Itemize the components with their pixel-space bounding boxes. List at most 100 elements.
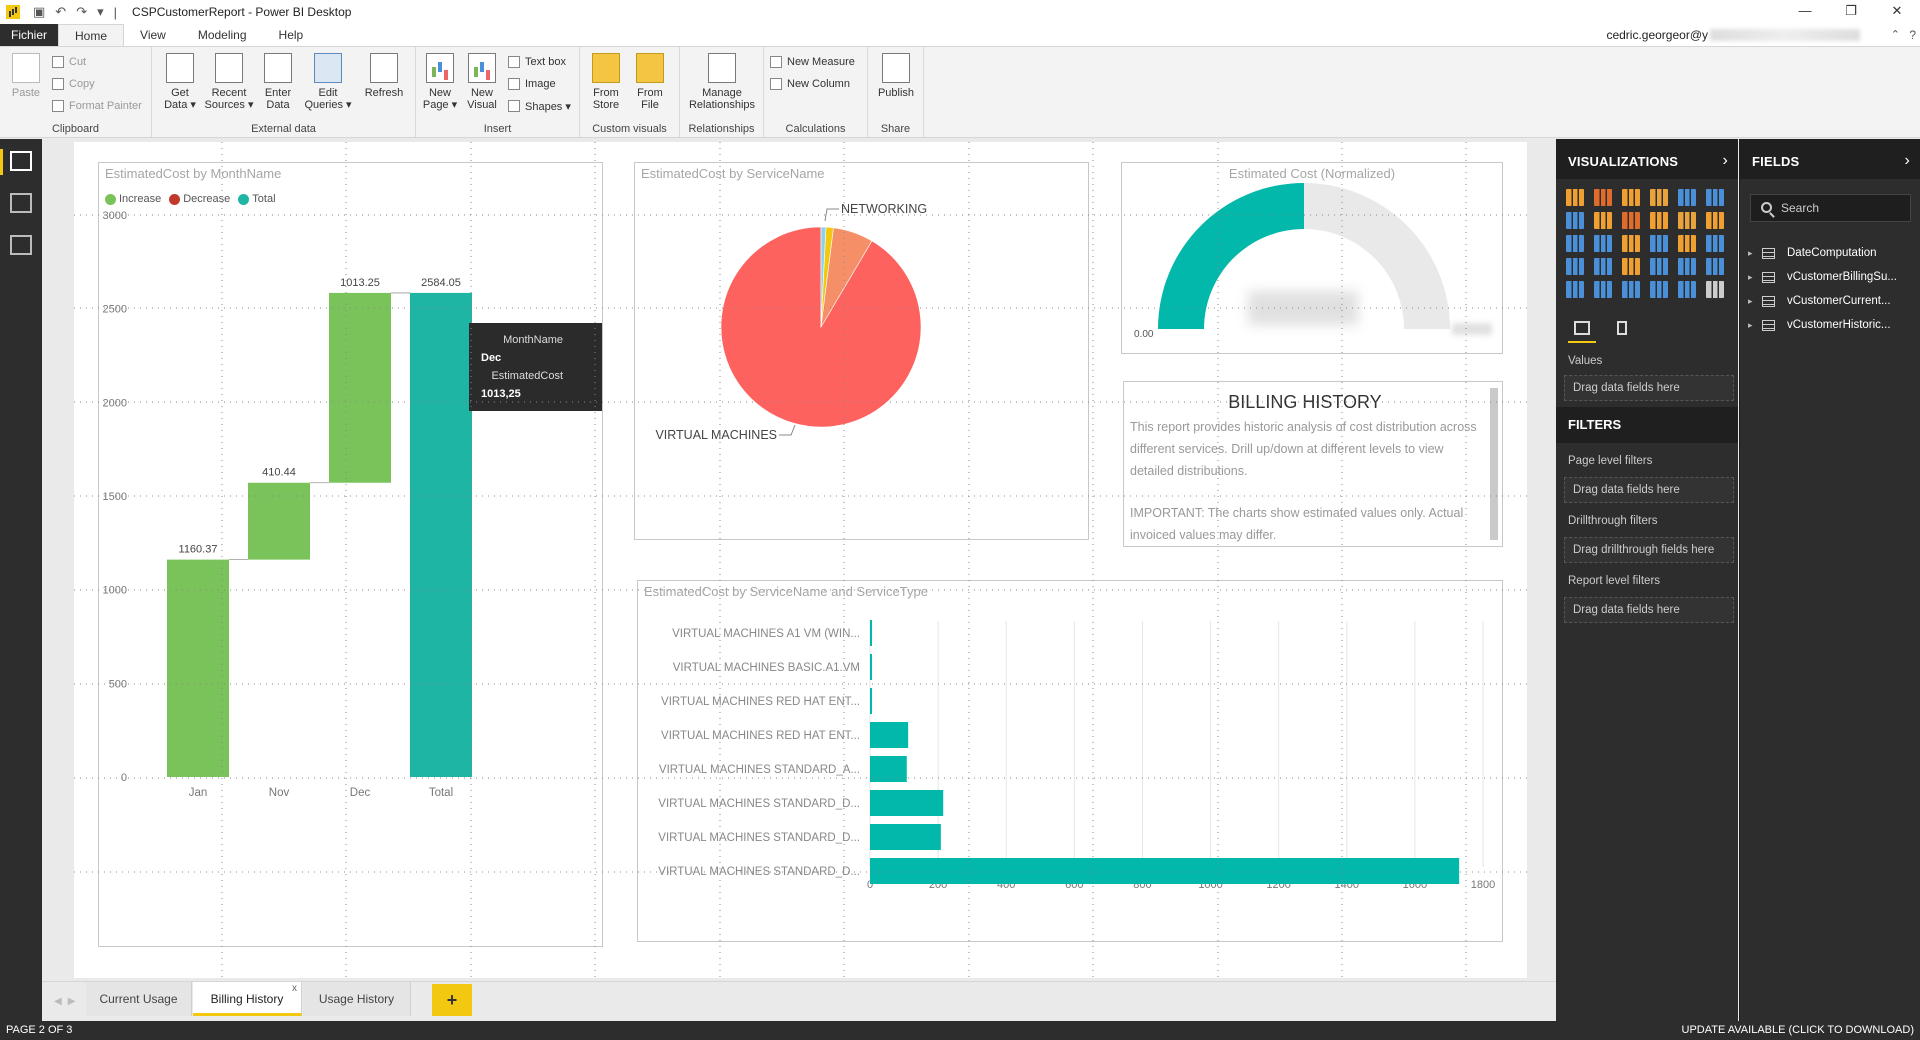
visual-type-icon[interactable] [1706,258,1724,275]
visual-type-icon[interactable] [1566,281,1584,298]
report-filters-drop-well[interactable]: Drag data fields here [1564,597,1734,623]
fields-well-tab[interactable] [1568,315,1596,343]
new-column-button[interactable]: New Column [770,75,850,93]
expand-icon[interactable]: ▸ [1748,248,1758,259]
redo-icon[interactable]: ↷ [76,4,87,20]
drillthrough-drop-well[interactable]: Drag drillthrough fields here [1564,537,1734,563]
refresh-button[interactable]: Refresh [362,53,406,99]
pie-visual[interactable]: EstimatedCost by ServiceName NETWORKING V… [634,162,1089,540]
page-tab-current-usage[interactable]: Current Usage [86,982,192,1016]
visual-type-icon[interactable] [1678,258,1696,275]
add-page-button[interactable]: + [432,984,472,1016]
enter-data-button[interactable]: Enter Data [256,53,300,111]
chevron-right-icon[interactable]: › [1904,139,1910,183]
data-view-icon[interactable] [10,193,32,213]
visual-type-icon[interactable] [1594,281,1612,298]
gauge-visual[interactable]: Estimated Cost (Normalized) 0.00 [1121,162,1503,354]
format-tab[interactable] [1608,315,1636,343]
relationships-view-icon[interactable] [10,235,32,255]
tab-view[interactable]: View [124,24,182,46]
visual-type-icon[interactable] [1594,189,1612,206]
new-visual-button[interactable]: New Visual [460,53,504,111]
expand-icon[interactable]: ▸ [1748,320,1758,331]
new-page-button[interactable]: New Page ▾ [418,53,462,111]
format-painter-button[interactable]: Format Painter [52,97,142,115]
from-store-button[interactable]: From Store [584,53,628,111]
values-drop-well[interactable]: Drag data fields here [1564,375,1734,401]
shapes-button[interactable]: Shapes ▾ [508,97,571,115]
visual-type-icon[interactable] [1678,189,1696,206]
visual-type-icon[interactable] [1622,212,1640,229]
visual-type-icon[interactable] [1650,212,1668,229]
visual-type-icon[interactable] [1566,235,1584,252]
publish-button[interactable]: Publish [874,53,918,99]
tab-file[interactable]: Fichier [0,24,59,46]
visualizations-header[interactable]: VISUALIZATIONS › [1556,139,1738,179]
text-box-button[interactable]: Text box [508,53,566,71]
visual-type-icon[interactable] [1566,189,1584,206]
close-tab-icon[interactable]: x [292,972,297,1006]
visual-type-icon[interactable] [1594,212,1612,229]
visual-type-icon[interactable] [1594,235,1612,252]
manage-relationships-button[interactable]: Manage Relationships [684,53,760,111]
visual-type-icon[interactable] [1622,235,1640,252]
cut-button[interactable]: Cut [52,53,86,71]
field-table-row[interactable]: ▸ vCustomerCurrent... [1748,291,1918,311]
billing-history-textbox[interactable]: BILLING HISTORY This report provides his… [1123,381,1503,547]
close-button[interactable]: ✕ [1874,0,1920,24]
minimize-button[interactable]: — [1782,0,1828,24]
image-button[interactable]: Image [508,75,556,93]
undo-icon[interactable]: ↶ [55,4,66,20]
save-icon[interactable]: ▣ [33,4,45,20]
visual-type-icon[interactable] [1706,212,1724,229]
bar-visual[interactable]: EstimatedCost by ServiceName and Service… [637,580,1503,942]
collapse-ribbon-icon[interactable]: ⌃ [1891,24,1900,46]
tab-home[interactable]: Home [58,24,125,46]
edit-queries-button[interactable]: Edit Queries ▾ [302,53,354,111]
expand-icon[interactable]: ▸ [1748,272,1758,283]
page-tab-scroll-icons[interactable]: ◀▶ [54,996,81,1007]
visual-type-icon[interactable] [1678,212,1696,229]
tab-modeling[interactable]: Modeling [182,24,263,46]
recent-sources-button[interactable]: Recent Sources ▾ [204,53,254,111]
get-data-button[interactable]: Get Data ▾ [158,53,202,111]
from-file-button[interactable]: From File [628,53,672,111]
update-available-link[interactable]: UPDATE AVAILABLE (CLICK TO DOWNLOAD) [1682,1024,1914,1036]
textbox-scrollbar[interactable] [1490,388,1498,540]
visual-type-icon[interactable] [1650,281,1668,298]
new-measure-button[interactable]: New Measure [770,53,855,71]
fields-header[interactable]: FIELDS › [1740,139,1920,179]
tab-help[interactable]: Help [263,24,320,46]
page-tab-usage-history[interactable]: Usage History [303,982,411,1016]
page-filters-drop-well[interactable]: Drag data fields here [1564,477,1734,503]
visual-type-icon[interactable] [1622,258,1640,275]
field-table-row[interactable]: ▸ vCustomerBillingSu... [1748,267,1918,287]
visual-type-icon[interactable] [1678,281,1696,298]
report-view-icon[interactable] [10,151,32,171]
chevron-right-icon[interactable]: › [1722,139,1728,183]
visual-type-icon[interactable] [1706,189,1724,206]
visual-type-icon[interactable] [1678,235,1696,252]
visual-type-icon[interactable] [1622,281,1640,298]
visual-type-icon[interactable] [1622,189,1640,206]
visual-type-icon[interactable] [1566,212,1584,229]
waterfall-visual[interactable]: EstimatedCost by MonthName Increase Decr… [98,162,603,947]
visual-type-icon[interactable] [1650,189,1668,206]
maximize-button[interactable]: ❐ [1828,0,1874,24]
help-icon[interactable]: ? [1909,24,1916,46]
visual-type-icon[interactable] [1706,235,1724,252]
copy-button[interactable]: Copy [52,75,95,93]
field-table-row[interactable]: ▸ DateComputation [1748,243,1918,263]
visual-type-icon[interactable] [1566,258,1584,275]
customize-toolbar-icon[interactable]: ▾ [97,4,104,20]
page-tab-billing-history[interactable]: Billing History x [193,982,302,1016]
user-account[interactable]: cedric.georgeor@y [1606,24,1860,46]
fields-search-input[interactable]: Search [1750,194,1911,222]
visual-type-icon[interactable] [1650,258,1668,275]
paste-button[interactable]: Paste [4,53,48,99]
field-table-row[interactable]: ▸ vCustomerHistoric... [1748,315,1918,335]
visual-type-icon[interactable] [1650,235,1668,252]
visual-type-icon[interactable] [1594,258,1612,275]
expand-icon[interactable]: ▸ [1748,296,1758,307]
visual-type-icon[interactable] [1706,281,1724,298]
